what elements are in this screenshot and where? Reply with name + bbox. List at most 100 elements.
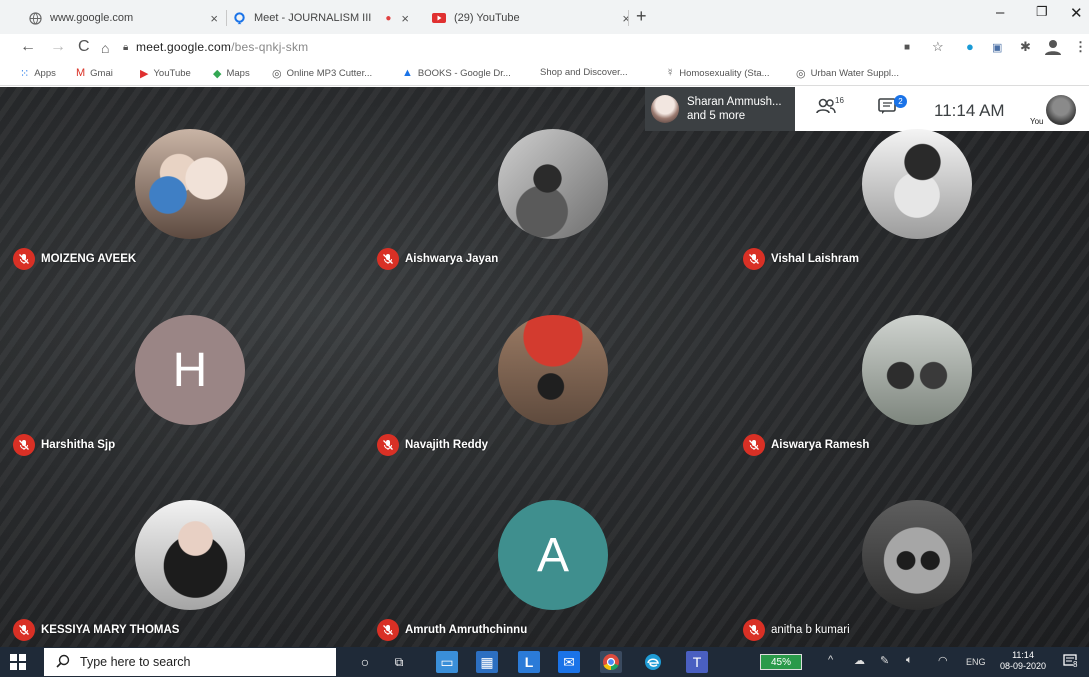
bookmark-label: Gmai (90, 67, 113, 79)
close-icon[interactable]: × (401, 11, 409, 26)
participant-name: anitha b kumari (771, 624, 850, 636)
store-icon[interactable]: ▦ (476, 651, 498, 673)
apps-grid-icon: ⁙ (20, 68, 30, 80)
taskbar-date: 08-09-2020 (1000, 661, 1047, 671)
avatar-letter: A (536, 528, 569, 582)
window-close-button[interactable]: ✕ (1070, 4, 1083, 22)
participant-name: MOIZENG AVEEK (41, 253, 137, 265)
onedrive-icon[interactable]: ☁ (854, 654, 865, 667)
meet-grid: Sharan Ammush... and 5 more 16 2 11:14 A… (0, 87, 1089, 647)
battery-indicator[interactable]: 45% (760, 654, 802, 670)
teams-icon[interactable]: T (686, 651, 708, 673)
globe-icon: ◎ (796, 68, 806, 80)
search-icon (56, 654, 70, 671)
mic-off-icon (13, 248, 35, 270)
tab-google[interactable]: www.google.com × (28, 4, 218, 32)
tab-divider (226, 10, 227, 26)
bookmark-homosexuality[interactable]: ☿ Homosexuality (Sta... (666, 67, 770, 79)
participant-avatar (862, 500, 972, 610)
volume-icon[interactable]: 🔈︎ (906, 654, 913, 667)
minimize-button[interactable]: – (996, 4, 1004, 21)
extension-icon[interactable]: ▣ (992, 41, 1002, 54)
chrome-icon[interactable] (600, 651, 622, 673)
notifications-icon[interactable]: 8 (1063, 653, 1079, 669)
self-avatar[interactable] (1046, 95, 1076, 125)
globe-icon: ◎ (272, 68, 282, 80)
cortana-icon[interactable]: ○ (354, 651, 376, 673)
language-indicator[interactable]: ENG (966, 657, 986, 667)
mic-off-icon (743, 434, 765, 456)
youtube-icon (432, 11, 446, 25)
participant-label: MOIZENG AVEEK (13, 248, 136, 270)
participant-name: Harshitha Sjp (41, 439, 116, 451)
menu-icon[interactable]: ⋮ (1074, 39, 1087, 55)
taskbar-search-box[interactable]: Type here to search (44, 648, 336, 676)
bookmark-label: Urban Water Suppl... (810, 68, 899, 79)
office-app-icon[interactable]: L (518, 651, 540, 673)
forward-button[interactable]: → (50, 38, 66, 56)
tab-label: www.google.com (50, 12, 134, 24)
presentation-info[interactable]: Sharan Ammush... and 5 more (645, 87, 795, 131)
bookmark-books-drive[interactable]: ▲ BOOKS - Google Dr... (402, 67, 511, 79)
chevron-up-icon[interactable]: ^ (828, 654, 833, 666)
participant-avatar: A (498, 500, 608, 610)
meet-clock: 11:14 AM (934, 101, 1005, 120)
task-view-icon[interactable]: ⧉ (388, 651, 410, 673)
people-icon[interactable] (816, 97, 836, 120)
bookmarks-bar: ⁙ Apps M Gmai ▶ YouTube ◆ Maps ◎ Online MP3 C… (0, 62, 1089, 86)
reload-button[interactable]: C (78, 38, 90, 56)
url-path: /bes-qnkj-skm (231, 40, 309, 54)
extensions-puzzle-icon[interactable]: ✱ (1020, 39, 1031, 55)
bookmark-mp3-cutter[interactable]: ◎ Online MP3 Cutter... (272, 67, 372, 80)
participant-name: Navajith Reddy (405, 439, 489, 451)
bookmark-gmail[interactable]: M Gmai (76, 67, 113, 79)
participant-name: Vishal Laishram (771, 253, 859, 265)
participant-label: Vishal Laishram (743, 248, 859, 270)
bookmark-label: Apps (34, 68, 56, 79)
browser-tab-strip: www.google.com × Meet - JOURNALISM III ●… (0, 0, 1089, 34)
restore-button[interactable]: ❐ (1036, 4, 1048, 20)
bookmark-urban-water[interactable]: ◎ Urban Water Suppl... (796, 67, 899, 80)
gmail-icon: M (76, 67, 86, 79)
tab-meet[interactable]: Meet - JOURNALISM III ● × (232, 4, 422, 32)
back-button[interactable]: ← (20, 38, 36, 56)
participant-avatar (135, 500, 245, 610)
mic-off-icon (743, 248, 765, 270)
chat-badge: 2 (894, 95, 907, 108)
home-icon[interactable]: ⌂ (101, 40, 109, 56)
star-icon[interactable]: ☆ (932, 39, 944, 55)
participant-avatar (498, 315, 608, 425)
windows-start-icon[interactable] (10, 654, 26, 670)
presenter-name: Sharan Ammush... (687, 96, 782, 108)
extension-icon[interactable]: ● (966, 39, 974, 54)
tab-youtube[interactable]: (29) YouTube × (432, 4, 630, 32)
participant-label: Harshitha Sjp (13, 434, 115, 456)
participant-name: Amruth Amruthchinnu (405, 624, 528, 636)
participant-count: 16 (835, 96, 844, 105)
bookmark-youtube[interactable]: ▶ YouTube (140, 67, 191, 80)
camera-icon[interactable]: ■ (904, 42, 910, 53)
address-bar[interactable]: meet.google.com/bes-qnkj-skm (136, 40, 308, 54)
bookmark-maps[interactable]: ◆ Maps (213, 67, 250, 80)
bookmark-shop[interactable]: Shop and Discover... (540, 67, 628, 78)
edge-icon[interactable] (642, 651, 664, 673)
profile-avatar-icon[interactable] (1044, 39, 1062, 58)
wifi-icon[interactable]: ◠ (938, 654, 948, 667)
bookmark-icon: ☿ (666, 67, 675, 79)
bookmark-label: BOOKS - Google Dr... (417, 67, 511, 79)
participant-label: Navajith Reddy (377, 434, 488, 456)
address-bar-row: ← → C ⌂ 🔒︎ meet.google.com/bes-qnkj-skm … (0, 34, 1089, 62)
youtube-icon: ▶ (140, 68, 149, 80)
file-explorer-icon[interactable]: ▭ (436, 651, 458, 673)
participant-name: Aishwarya Jayan (405, 253, 499, 265)
participant-label: anitha b kumari (743, 619, 850, 641)
taskbar-clock[interactable]: 11:14 08-09-2020 (1000, 650, 1046, 672)
close-icon[interactable]: × (210, 11, 218, 26)
pen-icon[interactable]: ✎ (880, 654, 889, 667)
lock-icon[interactable]: 🔒︎ (123, 42, 128, 53)
participant-label: Amruth Amruthchinnu (377, 619, 527, 641)
new-tab-button[interactable]: + (636, 6, 647, 27)
mail-icon[interactable]: ✉ (558, 651, 580, 673)
bookmark-apps[interactable]: ⁙ Apps (20, 67, 56, 80)
participant-avatar (135, 129, 245, 239)
